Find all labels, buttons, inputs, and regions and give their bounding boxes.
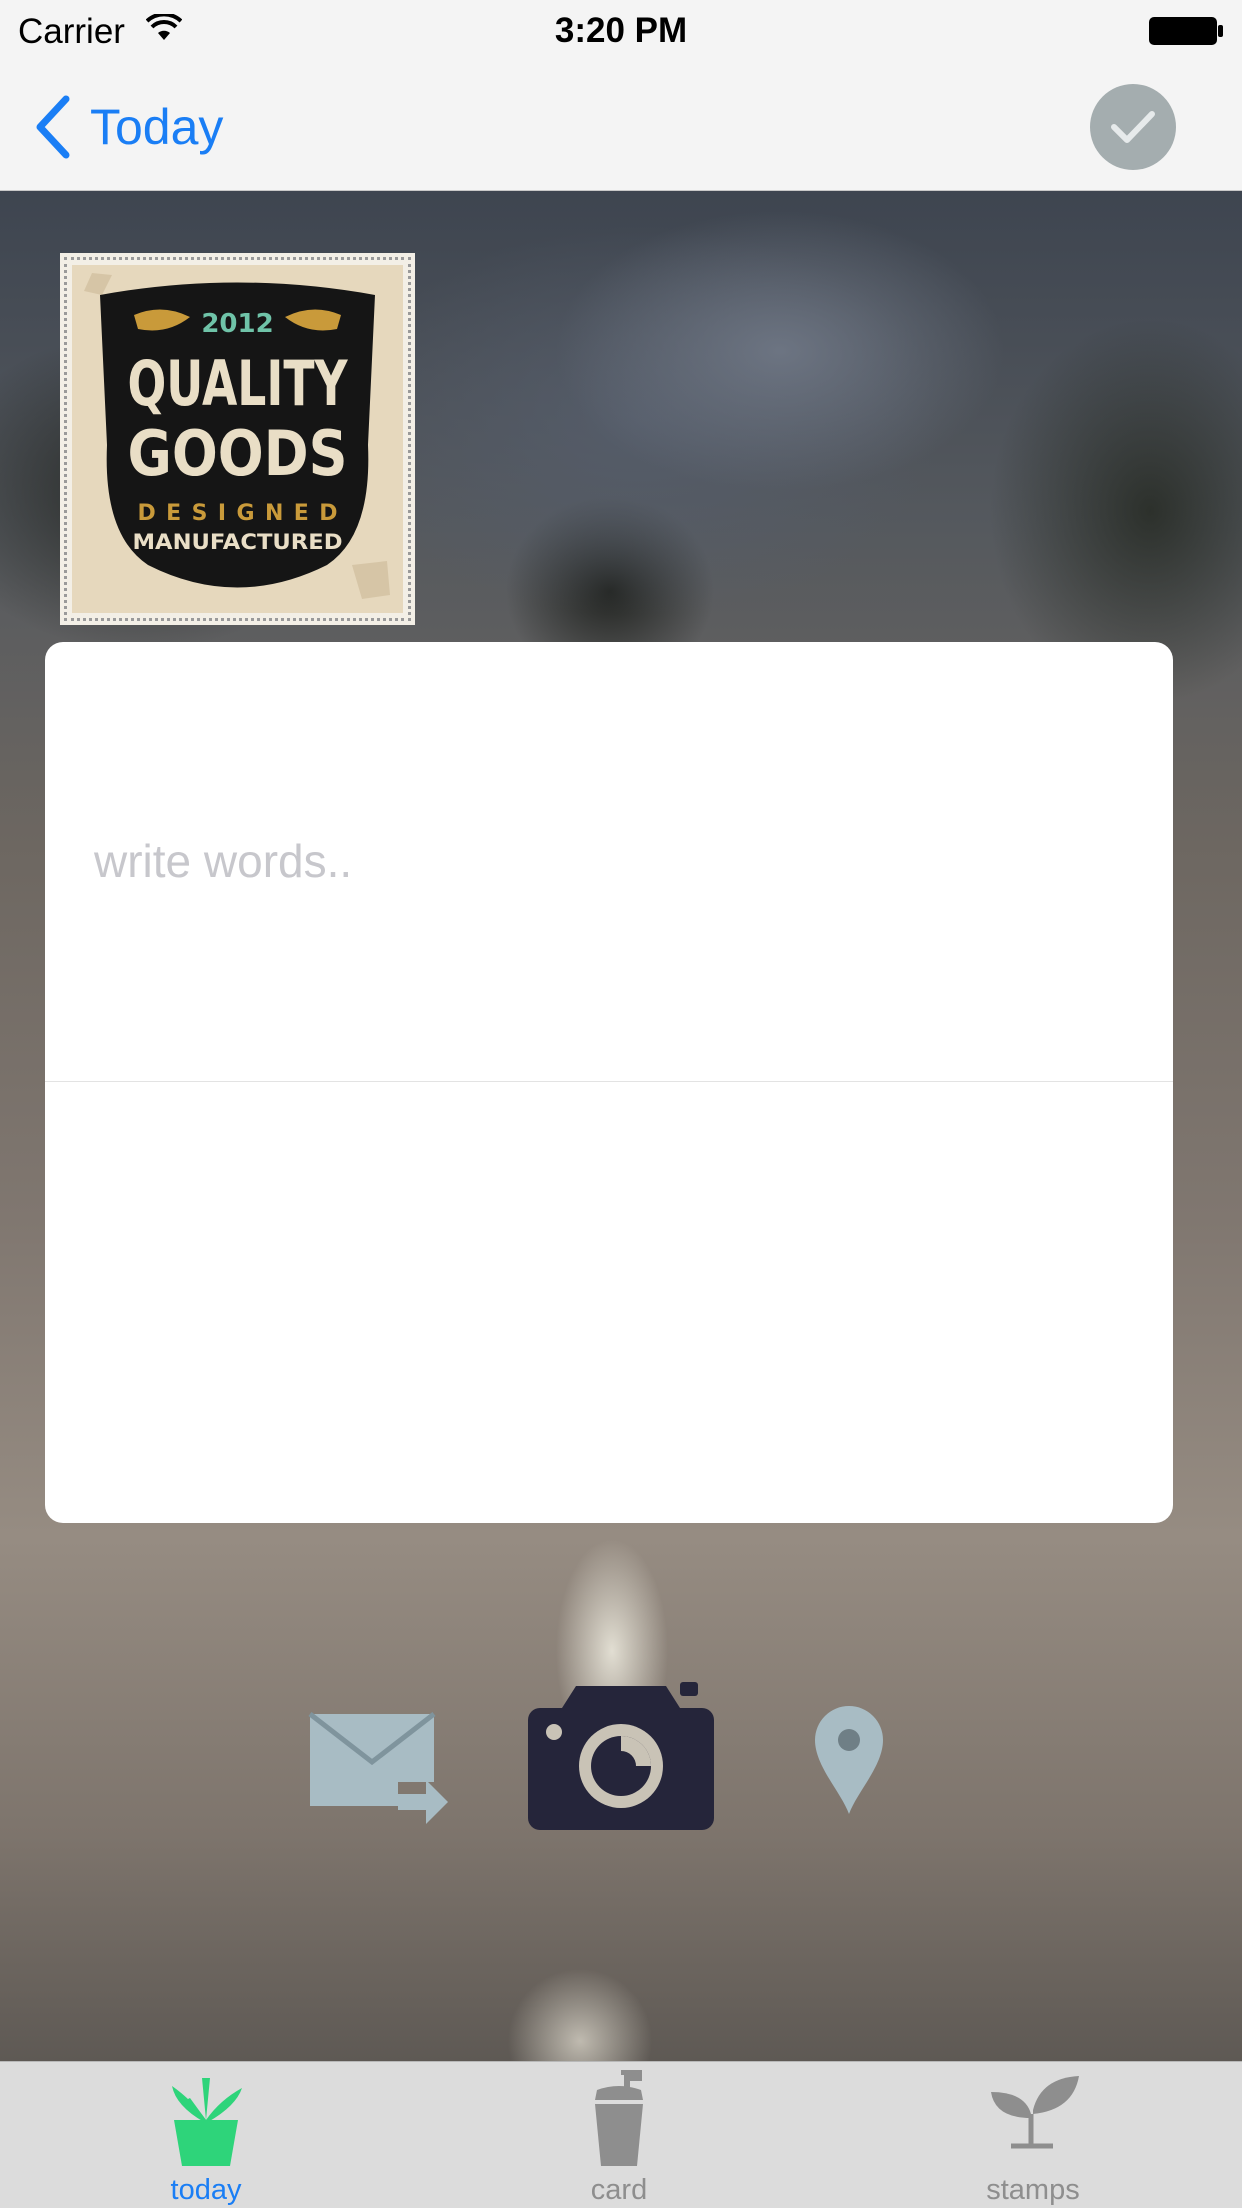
camera-icon xyxy=(528,1682,714,1830)
stamp-image[interactable]: 2012 QUALITY GOODS DESIGNED MANUFACTURED xyxy=(60,253,415,625)
sprout-icon xyxy=(991,2076,1079,2149)
navigation-bar: Today xyxy=(0,62,1242,191)
tab-bar: today card stamps xyxy=(0,2061,1242,2208)
stamp-line-goods: GOODS xyxy=(128,417,348,490)
camera-button[interactable] xyxy=(528,1680,714,1835)
tab-card[interactable]: card xyxy=(509,2062,729,2208)
postcard-editor: write words.. xyxy=(45,642,1173,1523)
mail-forward-icon xyxy=(308,1712,448,1824)
stamp-artwork: 2012 QUALITY GOODS DESIGNED MANUFACTURED xyxy=(72,265,403,613)
quality-goods-badge: 2012 QUALITY GOODS DESIGNED MANUFACTURED xyxy=(72,265,403,613)
tab-today[interactable]: today xyxy=(96,2062,316,2208)
back-button[interactable]: Today xyxy=(32,94,223,160)
plant-icon xyxy=(172,2078,242,2166)
location-pin-icon xyxy=(815,1706,883,1814)
stamp-line-manufactured: MANUFACTURED xyxy=(133,530,343,554)
battery-icon xyxy=(1149,17,1223,45)
text-input-area[interactable]: write words.. xyxy=(45,642,1173,1082)
chevron-left-icon xyxy=(36,95,70,159)
stamp-line-designed: DESIGNED xyxy=(138,501,338,526)
back-button-label: Today xyxy=(90,99,224,155)
done-button[interactable] xyxy=(1090,84,1176,170)
tab-stamps-label: stamps xyxy=(986,2174,1080,2206)
tab-today-label: today xyxy=(170,2174,242,2206)
stamp-line-quality: QUALITY xyxy=(128,347,349,420)
cup-icon xyxy=(595,2070,643,2166)
checkmark-icon xyxy=(1111,111,1155,143)
tab-stamps[interactable]: stamps xyxy=(923,2062,1143,2208)
tab-card-label: card xyxy=(590,2174,648,2206)
status-time: 3:20 PM xyxy=(554,11,688,50)
location-button[interactable] xyxy=(813,1704,885,1821)
stamp-year: 2012 xyxy=(201,309,273,339)
status-bar: Carrier 3:20 PM xyxy=(0,0,1242,62)
text-input-placeholder: write words.. xyxy=(94,835,353,887)
send-mail-button[interactable] xyxy=(308,1710,448,1829)
